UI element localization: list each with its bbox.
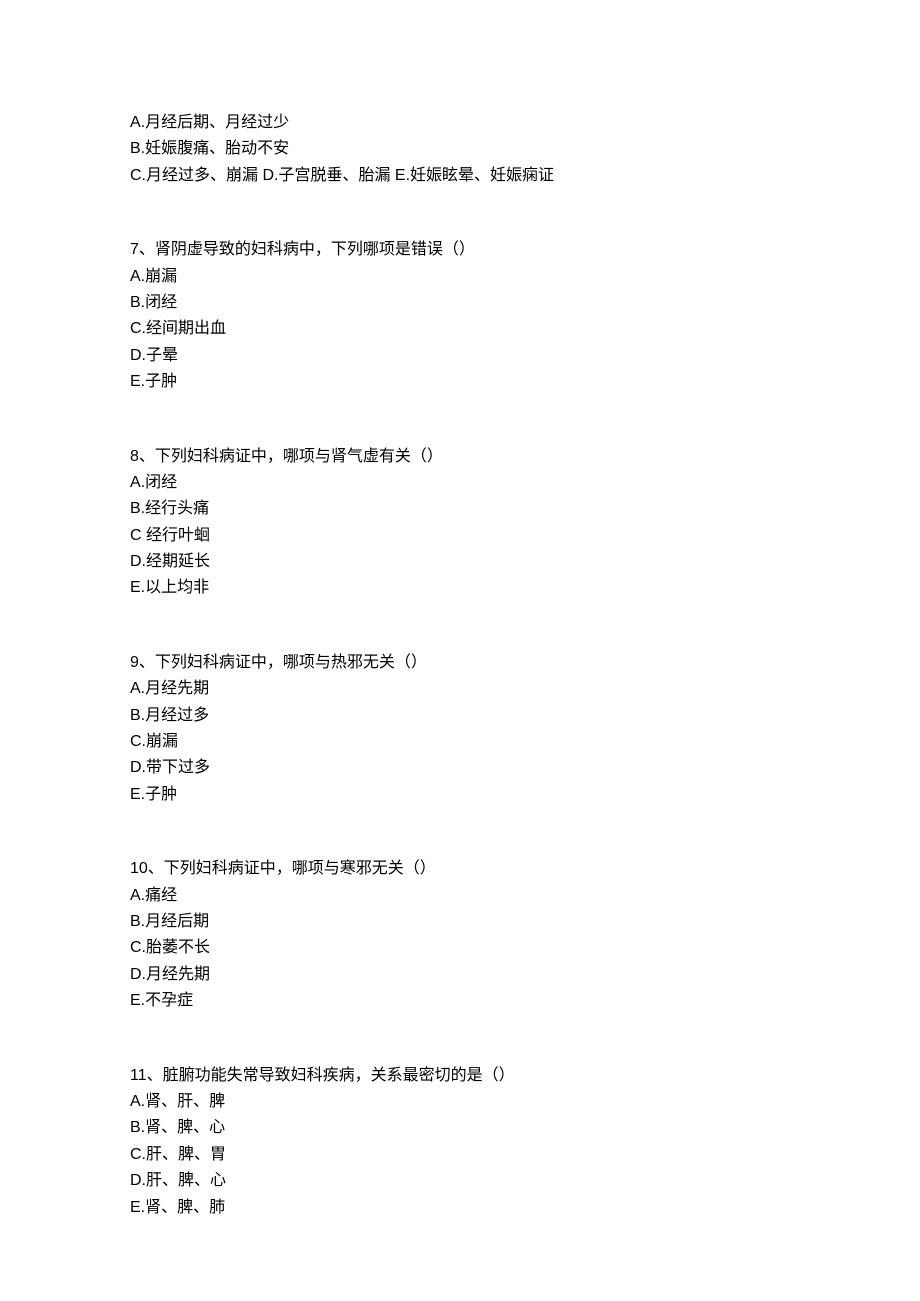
question-9: 9、下列妇科病证中，哪项与热邪无关（） A.月经先期 B.月经过多 C.崩漏 D… — [130, 650, 790, 808]
question-8: 8、下列妇科病证中，哪项与肾气虚有关（） A.闭经 B.经行头痛 C 经行叶蛔 … — [130, 444, 790, 602]
option-e: E.不孕症 — [130, 988, 790, 1014]
option-b: B.月经过多 — [130, 703, 790, 729]
option-e: E.以上均非 — [130, 575, 790, 601]
option-d: D.经期延长 — [130, 549, 790, 575]
option-b: B.经行头痛 — [130, 496, 790, 522]
question-stem: 11、脏腑功能失常导致妇科疾病，关系最密切的是（） — [130, 1063, 790, 1089]
option-c: C.肝、脾、胃 — [130, 1142, 790, 1168]
question-11: 11、脏腑功能失常导致妇科疾病，关系最密切的是（） A.肾、肝、脾 B.肾、脾、… — [130, 1063, 790, 1221]
option-d: D.子宫脱垂、胎漏 — [262, 167, 394, 184]
question-10: 10、下列妇科病证中，哪项与寒邪无关（） A.痛经 B.月经后期 C.胎萎不长 … — [130, 856, 790, 1014]
option-d: D.月经先期 — [130, 962, 790, 988]
option-a: A.月经后期、月经过少 — [130, 110, 790, 136]
document-page: A.月经后期、月经过少 B.妊娠腹痛、胎动不安 C.月经过多、崩漏 D.子宫脱垂… — [0, 0, 920, 1281]
question-stem: 7、肾阴虚导致的妇科病中，下列哪项是错误（） — [130, 237, 790, 263]
option-c: C 经行叶蛔 — [130, 523, 790, 549]
option-a: A.崩漏 — [130, 264, 790, 290]
option-d: D.肝、脾、心 — [130, 1168, 790, 1194]
option-b: B.妊娠腹痛、胎动不安 — [130, 136, 790, 162]
option-b: B.肾、脾、心 — [130, 1115, 790, 1141]
question-6-options: A.月经后期、月经过少 B.妊娠腹痛、胎动不安 C.月经过多、崩漏 D.子宫脱垂… — [130, 110, 790, 189]
option-a: A.肾、肝、脾 — [130, 1089, 790, 1115]
option-d: D.子晕 — [130, 343, 790, 369]
question-stem: 10、下列妇科病证中，哪项与寒邪无关（） — [130, 856, 790, 882]
question-7: 7、肾阴虚导致的妇科病中，下列哪项是错误（） A.崩漏 B.闭经 C.经间期出血… — [130, 237, 790, 395]
option-a: A.月经先期 — [130, 676, 790, 702]
option-e: E.妊娠眩晕、妊娠痫证 — [395, 167, 554, 184]
option-a: A.痛经 — [130, 883, 790, 909]
option-c: C.月经过多、崩漏 — [130, 167, 262, 184]
option-e: E.肾、脾、肺 — [130, 1195, 790, 1221]
option-b: B.闭经 — [130, 290, 790, 316]
option-d: D.带下过多 — [130, 755, 790, 781]
option-c: C.胎萎不长 — [130, 935, 790, 961]
question-stem: 9、下列妇科病证中，哪项与热邪无关（） — [130, 650, 790, 676]
option-c: C.经间期出血 — [130, 316, 790, 342]
option-cde-inline: C.月经过多、崩漏 D.子宫脱垂、胎漏 E.妊娠眩晕、妊娠痫证 — [130, 163, 790, 189]
option-e: E.子肿 — [130, 369, 790, 395]
option-a: A.闭经 — [130, 470, 790, 496]
option-e: E.子肿 — [130, 782, 790, 808]
option-b: B.月经后期 — [130, 909, 790, 935]
question-stem: 8、下列妇科病证中，哪项与肾气虚有关（） — [130, 444, 790, 470]
option-c: C.崩漏 — [130, 729, 790, 755]
